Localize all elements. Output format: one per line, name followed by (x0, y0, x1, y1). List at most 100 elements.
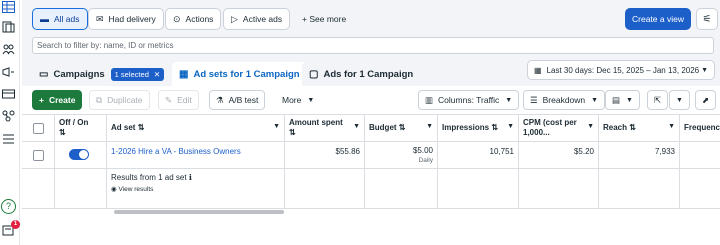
ad-sets-table: Off / On ⇅ Ad set ⇅ ▼ Amount spent ⇅ ▼ B… (22, 114, 720, 214)
create-label: Create (48, 95, 76, 105)
summary-blank (519, 169, 599, 209)
view-had-delivery-button[interactable]: ✉ Had delivery (88, 8, 164, 30)
summary-label: Results from 1 ad set (111, 173, 187, 182)
impressions-value: 10,751 (438, 142, 519, 169)
table-icon[interactable] (2, 1, 16, 13)
col-reach-label: Reach (603, 123, 628, 132)
columns-icon: ▥ (425, 94, 434, 105)
summary-blank (438, 169, 519, 209)
export-options-button[interactable]: ▼ (669, 90, 690, 110)
pointer-icon: ⊙ (173, 13, 181, 24)
notification-badge: 1 (11, 220, 20, 229)
date-range-label: Last 30 days: Dec 15, 2025 – Jan 13, 202… (546, 65, 700, 75)
amount-spent-value: $55.86 (285, 142, 365, 169)
breakdown-button[interactable]: ☰ Breakdown ▼ (523, 90, 606, 110)
chevron-down-icon[interactable]: ▼ (668, 122, 675, 132)
ad-set-name-link[interactable]: 1-2026 Hire a VA - Business Owners (107, 142, 285, 169)
info-icon[interactable]: ℹ (189, 173, 192, 182)
col-impressions[interactable]: Impressions ⇅ ▼ (438, 115, 519, 142)
sort-icon: ⇅ (59, 128, 66, 137)
col-cpm[interactable]: CPM (cost per 1,000... ▼ (519, 115, 599, 142)
sort-icon: ⇅ (137, 123, 145, 132)
envelope-icon: ✉ (96, 13, 104, 24)
export-button[interactable]: ⇱ (647, 90, 669, 110)
row-checkbox[interactable] (33, 150, 44, 161)
reports-icon: ▤ (612, 94, 621, 105)
date-range-picker[interactable]: ▦ Last 30 days: Dec 15, 2025 – Jan 13, 2… (527, 60, 715, 80)
charts-button[interactable]: ⬈ (695, 90, 717, 110)
tab-ads[interactable]: ▢ Ads for 1 Campaign (302, 62, 421, 86)
delivery-toggle[interactable] (69, 149, 89, 160)
chevron-down-icon: ▼ (505, 96, 513, 104)
ab-test-label: A/B test (228, 95, 259, 105)
grid-icon: ▦ (179, 68, 189, 80)
play-icon: ▷ (231, 13, 238, 24)
campaign-folder-icon: ▭ (39, 68, 49, 80)
chevron-down-icon[interactable]: ▼ (426, 122, 433, 132)
sliders-icon: ⚟ (702, 13, 712, 25)
chevron-down-icon[interactable]: ▼ (273, 122, 280, 132)
chevron-down-icon[interactable]: ▼ (353, 122, 360, 132)
selected-chip[interactable]: 1 selected ✕ (110, 67, 165, 81)
col-impressions-label: Impressions (442, 123, 490, 132)
view-all-ads-button[interactable]: ▬ All ads (32, 8, 88, 30)
view-results-link[interactable]: ◉ View results (111, 185, 280, 195)
col-budget[interactable]: Budget ⇅ ▼ (365, 115, 438, 142)
budget-cell[interactable]: $5.00 Daily (365, 142, 438, 169)
duplicate-label: Duplicate (107, 95, 143, 105)
more-label: More (282, 95, 302, 105)
close-icon[interactable]: ✕ (154, 70, 160, 79)
duplicate-button[interactable]: ⧉ Duplicate (89, 90, 150, 110)
menu-icon[interactable] (2, 133, 16, 145)
create-view-button[interactable]: Create a view (625, 8, 691, 30)
chevron-down-icon: ▼ (591, 96, 599, 104)
col-amount-spent[interactable]: Amount spent ⇅ ▼ (285, 115, 365, 142)
edit-button[interactable]: ✎ Edit (158, 90, 199, 110)
export-icon: ⇱ (654, 94, 662, 105)
reports-button[interactable]: ▤ ▼ (605, 90, 640, 110)
create-button[interactable]: + Create (32, 90, 83, 110)
folder-icon: ▬ (40, 14, 49, 24)
edit-label: Edit (177, 95, 192, 105)
select-all-checkbox[interactable] (33, 123, 44, 134)
sort-icon: ⇅ (491, 123, 499, 132)
ab-test-button[interactable]: ⚗ A/B test (209, 90, 266, 110)
col-off-on[interactable]: Off / On ⇅ (55, 115, 107, 142)
search-input[interactable]: Search to filter by: name, ID or metrics (32, 37, 714, 54)
view-all-ads-label: All ads (54, 14, 80, 24)
chevron-down-icon[interactable]: ▼ (587, 122, 594, 132)
col-frequency[interactable]: Frequenc (680, 115, 720, 142)
view-active-ads-button[interactable]: ▷ Active ads (223, 8, 291, 30)
view-filters: ▬ All ads ✉ Had delivery ⊙ Actions ▷ Act… (22, 0, 720, 36)
chart-icon: ⬈ (702, 94, 710, 105)
ad-icon: ▢ (309, 68, 319, 80)
see-more-views-link[interactable]: + See more (302, 14, 346, 24)
cpm-value: $5.20 (519, 142, 599, 169)
layers-icon[interactable] (2, 21, 16, 33)
duplicate-icon: ⧉ (96, 94, 103, 105)
row-toggle-cell (55, 142, 107, 169)
tab-campaigns[interactable]: ▭ Campaigns 1 selected ✕ (32, 62, 172, 86)
frequency-value (680, 142, 720, 169)
people-icon[interactable] (2, 43, 16, 55)
megaphone-icon[interactable] (2, 66, 16, 78)
horizontal-scrollbar[interactable] (114, 210, 284, 214)
more-button[interactable]: More ▼ (276, 90, 320, 110)
view-actions-button[interactable]: ⊙ Actions (165, 8, 222, 30)
view-settings-button[interactable]: ⚟ (696, 8, 718, 30)
col-reach[interactable]: Reach ⇅ ▼ (599, 115, 680, 142)
tab-campaigns-label: Campaigns (53, 68, 105, 80)
billing-icon[interactable] (2, 88, 16, 100)
tab-ad-sets[interactable]: ▦ Ad sets for 1 Campaign (172, 62, 307, 86)
see-more-label: See more (309, 14, 347, 24)
col-ad-set[interactable]: Ad set ⇅ ▼ (107, 115, 285, 142)
chevron-down-icon[interactable]: ▼ (507, 122, 514, 132)
columns-button[interactable]: ▥ Columns: Traffic ▼ (418, 90, 520, 110)
graph-icon[interactable] (2, 110, 16, 122)
view-actions-label: Actions (185, 14, 214, 24)
sort-icon: ⇅ (289, 128, 296, 137)
sort-icon: ⇅ (398, 123, 406, 132)
create-view-label: Create a view (632, 14, 684, 24)
col-off-on-label: Off / On (59, 118, 89, 127)
help-icon[interactable]: ? (1, 199, 16, 214)
